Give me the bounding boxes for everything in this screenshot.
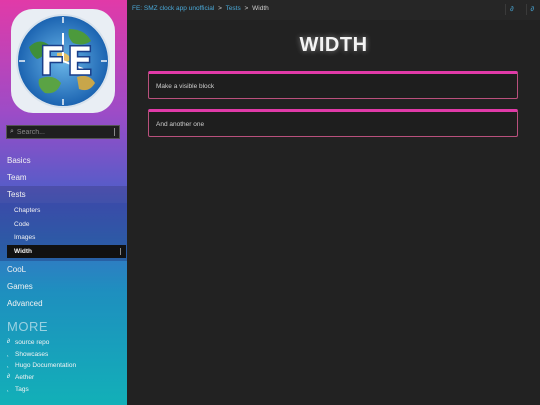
active-marker [120,247,121,255]
bolt-icon: ˛ [7,362,9,369]
page-title: WIDTH [299,34,368,56]
search-icon: ⌕ [10,128,14,135]
search-cursor-marker [114,128,115,136]
bolt-icon: ˛ [7,350,9,357]
sidebar-item-games[interactable]: Games [0,278,127,295]
breadcrumb-separator: > [218,5,222,12]
more-item-label: Aether [15,374,35,382]
breadcrumb-separator: > [244,5,249,12]
more-item-tags[interactable]: ˛ Tags [0,384,127,396]
more-item-source-repo[interactable]: ∂ source repo [0,337,127,349]
more-heading: MORE [7,319,48,334]
sidebar-item-chapters[interactable]: Chapters [0,204,127,218]
bolt-icon: ˛ [7,385,9,392]
sidebar-item-tests[interactable]: Tests [0,186,127,203]
more-item-label: source repo [15,339,50,346]
svg-text:FE: FE [39,39,94,85]
main-content: WIDTH Make a visible block And another o… [127,20,540,405]
print-icon[interactable]: ∂ [525,4,534,15]
content-block: And another one [148,109,518,137]
more-item-label: Showcases [15,350,49,358]
breadcrumb: FE: SMZ clock app unofficial > Tests > W… [132,5,269,12]
more-item-aether[interactable]: ∂ Aether [0,372,127,384]
site-logo[interactable]: FE [9,7,117,115]
breadcrumb-tests-link[interactable]: Tests [226,5,241,12]
sidebar-item-code[interactable]: Code [0,218,127,232]
sidebar-item-basics[interactable]: Basics [0,152,127,169]
sidebar-item-advanced[interactable]: Advanced [0,295,127,312]
topbar: FE: SMZ clock app unofficial > Tests > W… [127,0,540,20]
sidebar-item-width-label: Width [14,247,32,255]
more-item-hugo-documentation[interactable]: ˛ Hugo Documentation [0,360,127,372]
more-item-showcases[interactable]: ˛ Showcases [0,349,127,361]
sidebar-item-images[interactable]: Images [0,231,127,245]
topbar-actions: ∂ ∂ [505,4,534,15]
link-icon: ∂ [7,339,10,345]
content-block-text: Make a visible block [156,82,215,90]
content-block-text: And another one [156,120,205,128]
sidebar-nav: Basics Team Tests Chapters Code Images W… [0,152,127,395]
more-item-label: Hugo Documentation [15,362,77,370]
link-icon: ∂ [7,374,10,381]
edit-icon[interactable]: ∂ [505,4,514,15]
clock-logo-icon: FE [11,9,115,113]
sidebar-item-cool[interactable]: CooL [0,261,127,278]
content-block: Make a visible block [148,71,518,99]
more-item-label: Tags [15,385,29,393]
breadcrumb-current: Width [252,5,269,12]
search-input[interactable] [16,128,103,136]
tests-submenu: Chapters Code Images Width [0,203,127,261]
sidebar: FE ⌕ Basics Team Tests Chapters Code Ima… [0,0,127,405]
sidebar-item-width[interactable]: Width [7,244,126,258]
sidebar-item-team[interactable]: Team [0,169,127,186]
search-box: ⌕ [6,125,120,139]
breadcrumb-root-link[interactable]: FE: SMZ clock app unofficial [132,5,214,12]
